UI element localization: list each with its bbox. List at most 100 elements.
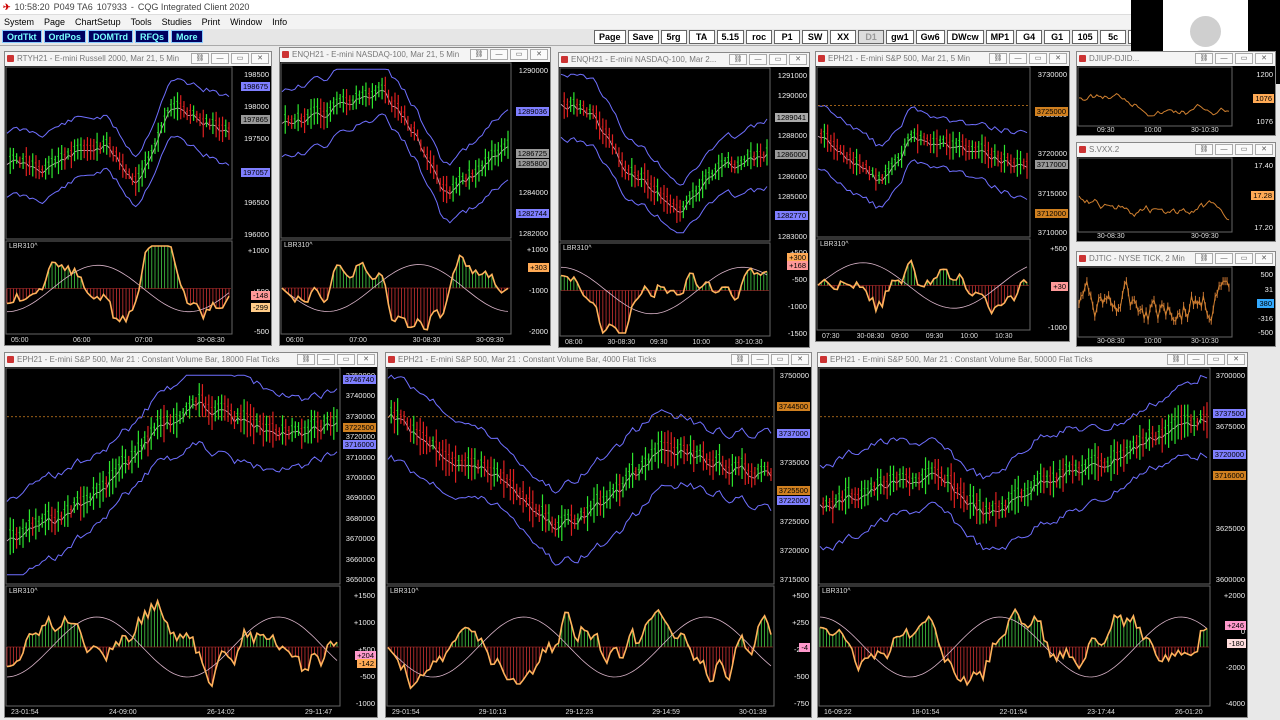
- minimize-button[interactable]: —: [1009, 53, 1027, 64]
- minimize-button[interactable]: —: [751, 354, 769, 365]
- toolbar-button-ordpos[interactable]: OrdPos: [43, 30, 87, 43]
- minimize-button[interactable]: —: [1215, 253, 1233, 264]
- close-button[interactable]: ✕: [1227, 354, 1245, 365]
- toolbar-button-gw6[interactable]: Gw6: [915, 30, 945, 44]
- toolbar-button-ta[interactable]: TA: [688, 30, 715, 44]
- chart-canvas[interactable]: [816, 66, 1069, 341]
- chart-canvas[interactable]: [559, 67, 809, 347]
- restore-button[interactable]: ▭: [1207, 354, 1225, 365]
- close-button[interactable]: ✕: [1255, 53, 1273, 64]
- toolbar-button-5rg[interactable]: 5rg: [660, 30, 687, 44]
- restore-button[interactable]: ▭: [510, 49, 528, 60]
- menu-print[interactable]: Print: [202, 17, 221, 27]
- chart-window-title-bar[interactable]: RTYH21 - E-mini Russell 2000, Mar 21, 5 …: [5, 52, 271, 66]
- close-button[interactable]: ✕: [357, 354, 375, 365]
- toolbar-button-roc[interactable]: roc: [746, 30, 773, 44]
- close-button[interactable]: ✕: [530, 49, 548, 60]
- minimize-button[interactable]: —: [1215, 144, 1233, 155]
- minimize-button[interactable]: —: [211, 53, 229, 64]
- restore-button[interactable]: ▭: [231, 53, 249, 64]
- menu-tools[interactable]: Tools: [131, 17, 152, 27]
- menu-chartsetup[interactable]: ChartSetup: [75, 17, 121, 27]
- chart-body[interactable]: 3730000372500037200003715000371000037250…: [816, 66, 1069, 341]
- toolbar-button-d1[interactable]: D1: [858, 30, 885, 44]
- restore-button[interactable]: ▭: [769, 54, 787, 65]
- chart-window-w1[interactable]: RTYH21 - E-mini Russell 2000, Mar 21, 5 …: [4, 51, 272, 346]
- toolbar-button-sw[interactable]: SW: [802, 30, 829, 44]
- minimize-button[interactable]: —: [317, 354, 335, 365]
- chart-window-title-bar[interactable]: DJTIC - NYSE TICK, 2 Min ⛓ — ▭ ✕: [1077, 252, 1275, 266]
- toolbar-button-mp1[interactable]: MP1: [985, 30, 1015, 44]
- toolbar-button-5c[interactable]: 5c: [1100, 30, 1127, 44]
- restore-button[interactable]: ▭: [1029, 53, 1047, 64]
- toolbar-button-rfqs[interactable]: RFQs: [135, 30, 170, 43]
- chart-window-title-bar[interactable]: EPH21 - E-mini S&P 500, Mar 21 : Constan…: [386, 353, 811, 367]
- toolbar-button-more[interactable]: More: [171, 30, 203, 43]
- chart-window-title-bar[interactable]: DJIUP-DJID... ⛓ — ▭ ✕: [1077, 52, 1275, 66]
- close-button[interactable]: ✕: [1255, 144, 1273, 155]
- chart-canvas[interactable]: [5, 367, 377, 717]
- chart-window-title-bar[interactable]: ENQH21 - E-mini NASDAQ-100, Mar 2... ⛓ — ▭ ✕: [559, 53, 809, 67]
- link-icon[interactable]: ⛓: [989, 53, 1007, 64]
- link-icon[interactable]: ⛓: [729, 54, 747, 65]
- chart-body[interactable]: 50031-155-316-50038030-08:3010:0030-10:3…: [1077, 266, 1275, 346]
- toolbar-button-105[interactable]: 105: [1072, 30, 1099, 44]
- chart-window-w8[interactable]: EPH21 - E-mini S&P 500, Mar 21 : Constan…: [4, 352, 378, 718]
- close-button[interactable]: ✕: [791, 354, 809, 365]
- link-icon[interactable]: ⛓: [731, 354, 749, 365]
- chart-canvas[interactable]: [386, 367, 811, 717]
- chart-window-title-bar[interactable]: S.VXX.2 ⛓ — ▭ ✕: [1077, 143, 1275, 157]
- chart-body[interactable]: 1290000128800012860001284000128200012890…: [280, 62, 550, 345]
- link-icon[interactable]: ⛓: [191, 53, 209, 64]
- close-button[interactable]: ✕: [251, 53, 269, 64]
- chart-body[interactable]: 1200 1076 1076 09:30 10:00 30-10:30: [1077, 66, 1275, 135]
- chart-canvas[interactable]: [280, 62, 550, 345]
- menu-info[interactable]: Info: [272, 17, 287, 27]
- restore-button[interactable]: ▭: [1235, 253, 1253, 264]
- chart-window-w2[interactable]: ENQH21 - E-mini NASDAQ-100, Mar 21, 5 Mi…: [279, 47, 551, 346]
- link-icon[interactable]: ⛓: [297, 354, 315, 365]
- toolbar-button-save[interactable]: Save: [627, 30, 659, 44]
- toolbar-button-xx[interactable]: XX: [830, 30, 857, 44]
- chart-window-w3[interactable]: ENQH21 - E-mini NASDAQ-100, Mar 2... ⛓ — ▭ ✕…: [558, 52, 810, 348]
- chart-canvas[interactable]: [1077, 266, 1275, 346]
- minimize-button[interactable]: —: [1215, 53, 1233, 64]
- chart-body[interactable]: 3750000374000037300003720000371000037000…: [5, 367, 377, 717]
- chart-window-w7[interactable]: DJTIC - NYSE TICK, 2 Min⛓—▭✕50031-155-31…: [1076, 251, 1276, 347]
- restore-button[interactable]: ▭: [771, 354, 789, 365]
- minimize-button[interactable]: —: [749, 54, 767, 65]
- toolbar-button-domtrd[interactable]: DOMTrd: [88, 30, 134, 43]
- toolbar-button-5-15[interactable]: 5.15: [716, 30, 745, 44]
- chart-canvas[interactable]: [1077, 66, 1275, 135]
- chart-window-w10[interactable]: EPH21 - E-mini S&P 500, Mar 21 : Constan…: [817, 352, 1248, 718]
- toolbar-button-page[interactable]: Page: [594, 30, 626, 44]
- restore-button[interactable]: ▭: [337, 354, 355, 365]
- toolbar-button-g4[interactable]: G4: [1016, 30, 1043, 44]
- chart-body[interactable]: 3750000374500037400003735000373000037250…: [386, 367, 811, 717]
- chart-window-title-bar[interactable]: EPH21 - E-mini S&P 500, Mar 21 : Constan…: [5, 353, 377, 367]
- chart-window-w9[interactable]: EPH21 - E-mini S&P 500, Mar 21 : Constan…: [385, 352, 812, 718]
- chart-canvas[interactable]: [818, 367, 1247, 717]
- toolbar-button-p1[interactable]: P1: [774, 30, 801, 44]
- close-button[interactable]: ✕: [1255, 253, 1273, 264]
- menu-studies[interactable]: Studies: [162, 17, 192, 27]
- menu-window[interactable]: Window: [230, 17, 262, 27]
- link-icon[interactable]: ⛓: [470, 49, 488, 60]
- link-icon[interactable]: ⛓: [1195, 144, 1213, 155]
- chart-body[interactable]: 3700000367500036500003625000360000037375…: [818, 367, 1247, 717]
- minimize-button[interactable]: —: [490, 49, 508, 60]
- minimize-button[interactable]: —: [1187, 354, 1205, 365]
- chart-window-title-bar[interactable]: EPH21 - E-mini S&P 500, Mar 21, 5 Min ⛓ — ▭…: [816, 52, 1069, 66]
- link-icon[interactable]: ⛓: [1167, 354, 1185, 365]
- close-button[interactable]: ✕: [1049, 53, 1067, 64]
- restore-button[interactable]: ▭: [1235, 53, 1253, 64]
- toolbar-button-ordtkt[interactable]: OrdTkt: [2, 30, 42, 43]
- chart-body[interactable]: 1985001980001975001970001965001960001986…: [5, 66, 271, 345]
- link-icon[interactable]: ⛓: [1195, 53, 1213, 64]
- chart-window-title-bar[interactable]: ENQH21 - E-mini NASDAQ-100, Mar 21, 5 Mi…: [280, 48, 550, 62]
- close-button[interactable]: ✕: [789, 54, 807, 65]
- toolbar-button-gw1[interactable]: gw1: [886, 30, 914, 44]
- toolbar-button-g1[interactable]: G1: [1044, 30, 1071, 44]
- chart-window-title-bar[interactable]: EPH21 - E-mini S&P 500, Mar 21 : Constan…: [818, 353, 1247, 367]
- link-icon[interactable]: ⛓: [1195, 253, 1213, 264]
